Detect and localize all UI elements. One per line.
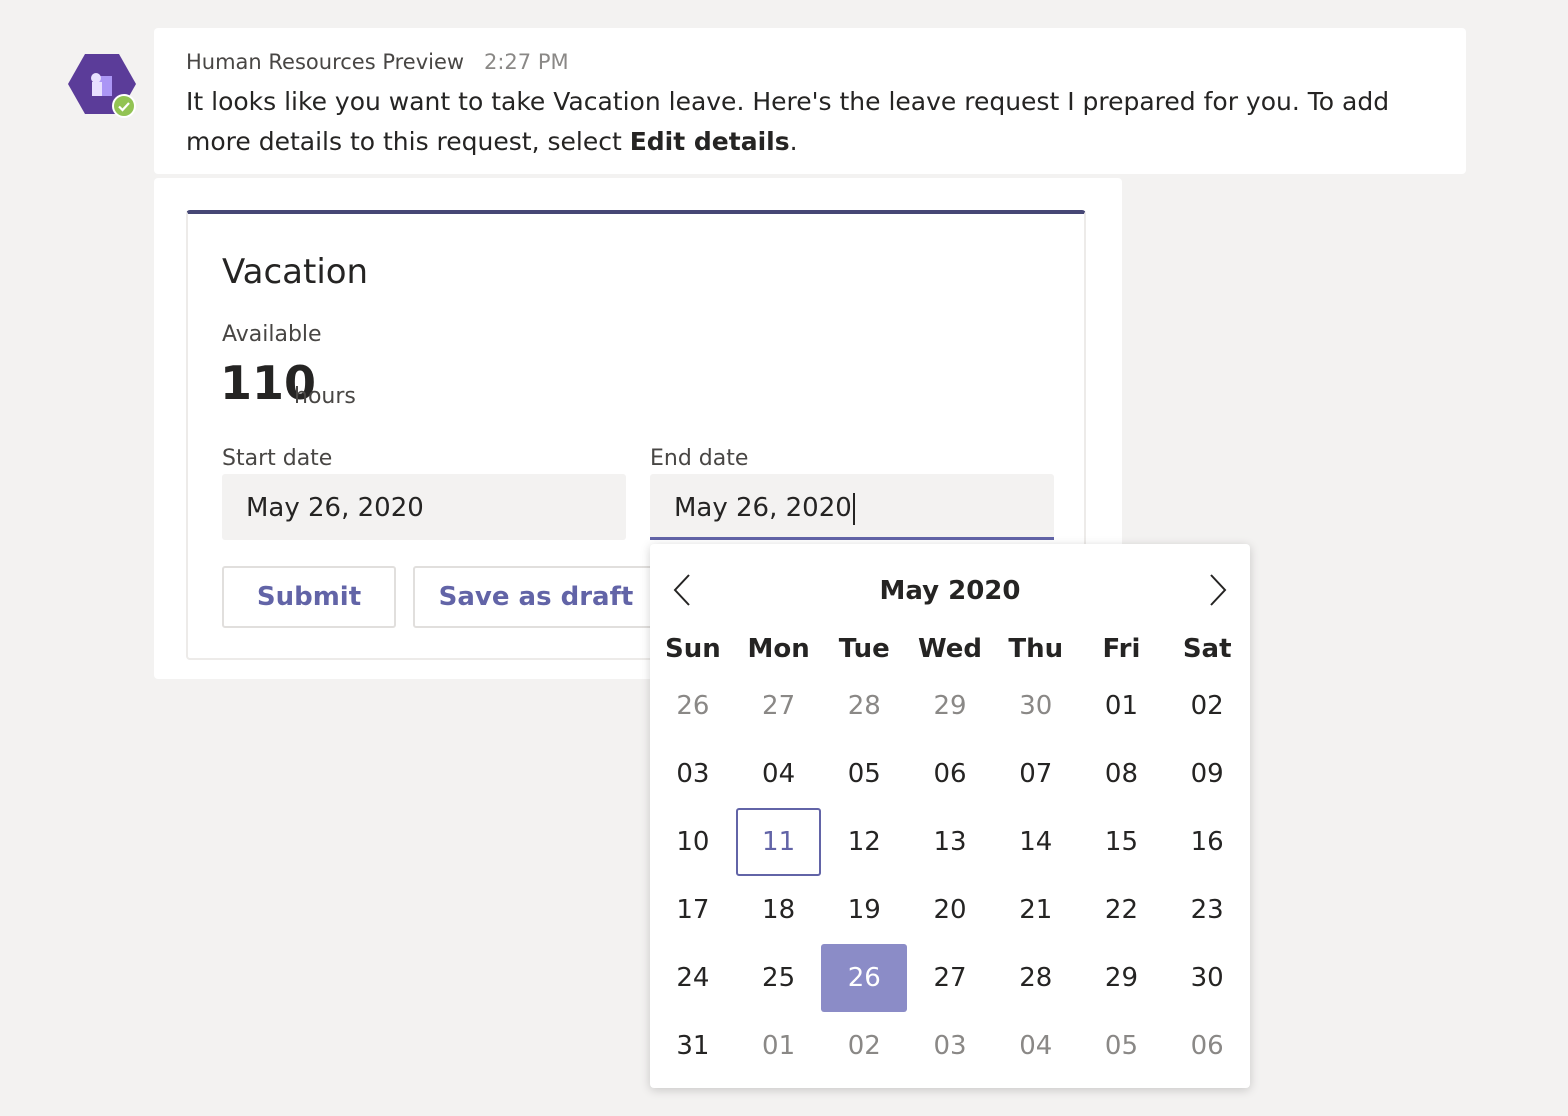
calendar-day[interactable]: 30 bbox=[1164, 944, 1250, 1012]
calendar-week-row: 26 27 28 29 30 01 02 bbox=[650, 672, 1250, 740]
calendar-day[interactable]: 06 bbox=[1164, 1012, 1250, 1080]
calendar-day[interactable]: 23 bbox=[1164, 876, 1250, 944]
calendar-day[interactable]: 19 bbox=[821, 876, 907, 944]
calendar-day[interactable]: 07 bbox=[993, 740, 1079, 808]
message-bubble: Human Resources Preview 2:27 PM It looks… bbox=[154, 28, 1466, 174]
calendar-day[interactable]: 27 bbox=[736, 672, 822, 740]
weekday-sun: Sun bbox=[664, 634, 721, 664]
calendar-day[interactable]: 13 bbox=[907, 808, 993, 876]
calendar-day-today[interactable]: 11 bbox=[735, 808, 822, 876]
calendar-day[interactable]: 04 bbox=[993, 1012, 1079, 1080]
calendar-day[interactable]: 15 bbox=[1079, 808, 1165, 876]
calendar-week-row: 10 11 12 13 14 15 16 bbox=[650, 808, 1250, 876]
calendar-day[interactable]: 18 bbox=[736, 876, 822, 944]
calendar-day[interactable]: 31 bbox=[650, 1012, 736, 1080]
message-timestamp: 2:27 PM bbox=[484, 50, 569, 74]
calendar-day[interactable]: 20 bbox=[907, 876, 993, 944]
date-picker-calendar: May 2020 Sun Mon Tue Wed Thu Fri Sat 26 27 28 29 3… bbox=[650, 544, 1250, 1088]
calendar-day[interactable]: 10 bbox=[650, 808, 736, 876]
calendar-day[interactable]: 02 bbox=[1164, 672, 1250, 740]
sender-name[interactable]: Human Resources Preview bbox=[186, 50, 464, 74]
calendar-day[interactable]: 01 bbox=[1079, 672, 1165, 740]
available-label: Available bbox=[222, 322, 322, 347]
calendar-day[interactable]: 05 bbox=[1079, 1012, 1165, 1080]
calendar-day[interactable]: 03 bbox=[650, 740, 736, 808]
calendar-day[interactable]: 12 bbox=[821, 808, 907, 876]
start-date-value: May 26, 2020 bbox=[246, 493, 424, 523]
check-icon bbox=[118, 102, 130, 112]
presence-available-icon bbox=[112, 94, 136, 118]
end-date-label: End date bbox=[650, 446, 749, 471]
calendar-day[interactable]: 29 bbox=[1079, 944, 1165, 1012]
weekday-thu: Thu bbox=[1008, 634, 1064, 664]
calendar-day[interactable]: 04 bbox=[736, 740, 822, 808]
card-title: Vacation bbox=[222, 252, 369, 292]
start-date-input[interactable]: May 26, 2020 bbox=[222, 474, 626, 540]
weekday-header: Sun Mon Tue Wed Thu Fri Sat bbox=[650, 634, 1250, 664]
calendar-day[interactable]: 09 bbox=[1164, 740, 1250, 808]
calendar-day[interactable]: 27 bbox=[907, 944, 993, 1012]
calendar-day[interactable]: 26 bbox=[650, 672, 736, 740]
calendar-day[interactable]: 02 bbox=[821, 1012, 907, 1080]
calendar-day[interactable]: 03 bbox=[907, 1012, 993, 1080]
end-date-value: May 26, 2020 bbox=[674, 493, 852, 523]
calendar-day[interactable]: 08 bbox=[1079, 740, 1165, 808]
weekday-sat: Sat bbox=[1182, 634, 1232, 664]
calendar-day[interactable]: 30 bbox=[993, 672, 1079, 740]
calendar-day[interactable]: 28 bbox=[821, 672, 907, 740]
weekday-wed: Wed bbox=[918, 634, 983, 664]
calendar-week-row: 03 04 05 06 07 08 09 bbox=[650, 740, 1250, 808]
calendar-day[interactable]: 29 bbox=[907, 672, 993, 740]
message-text-part2: . bbox=[789, 127, 798, 156]
calendar-day[interactable]: 17 bbox=[650, 876, 736, 944]
weekday-tue: Tue bbox=[838, 634, 890, 664]
calendar-week-row: 31 01 02 03 04 05 06 bbox=[650, 1012, 1250, 1080]
calendar-day[interactable]: 24 bbox=[650, 944, 736, 1012]
calendar-day[interactable]: 01 bbox=[736, 1012, 822, 1080]
bot-avatar[interactable] bbox=[68, 54, 136, 118]
calendar-month-title[interactable]: May 2020 bbox=[650, 576, 1250, 606]
text-caret bbox=[852, 492, 855, 525]
submit-button[interactable]: Submit bbox=[222, 566, 396, 628]
calendar-day[interactable]: 05 bbox=[821, 740, 907, 808]
save-as-draft-button[interactable]: Save as draft bbox=[413, 566, 659, 628]
available-hours-unit: hours bbox=[294, 384, 356, 409]
calendar-week-row: 24 25 26 27 28 29 30 bbox=[650, 944, 1250, 1012]
start-date-label: Start date bbox=[222, 446, 333, 471]
chevron-right-icon[interactable] bbox=[1196, 570, 1236, 610]
calendar-day[interactable]: 22 bbox=[1079, 876, 1165, 944]
calendar-day[interactable]: 25 bbox=[736, 944, 822, 1012]
message-text-bold: Edit details bbox=[629, 127, 790, 156]
calendar-day[interactable]: 06 bbox=[907, 740, 993, 808]
calendar-day[interactable]: 16 bbox=[1164, 808, 1250, 876]
calendar-day[interactable]: 21 bbox=[993, 876, 1079, 944]
calendar-day[interactable]: 28 bbox=[993, 944, 1079, 1012]
weekday-fri: Fri bbox=[1102, 634, 1141, 664]
weekday-mon: Mon bbox=[747, 634, 810, 664]
calendar-day[interactable]: 14 bbox=[993, 808, 1079, 876]
calendar-day-grid: 26 27 28 29 30 01 02 03 04 05 06 07 08 09 10 11 12 13 14 15… bbox=[650, 672, 1250, 1080]
end-date-input[interactable]: May 26, 2020 bbox=[650, 474, 1054, 540]
message-text: It looks like you want to take Vacation … bbox=[186, 82, 1406, 162]
calendar-week-row: 17 18 19 20 21 22 23 bbox=[650, 876, 1250, 944]
calendar-day-selected[interactable]: 26 bbox=[821, 944, 908, 1012]
